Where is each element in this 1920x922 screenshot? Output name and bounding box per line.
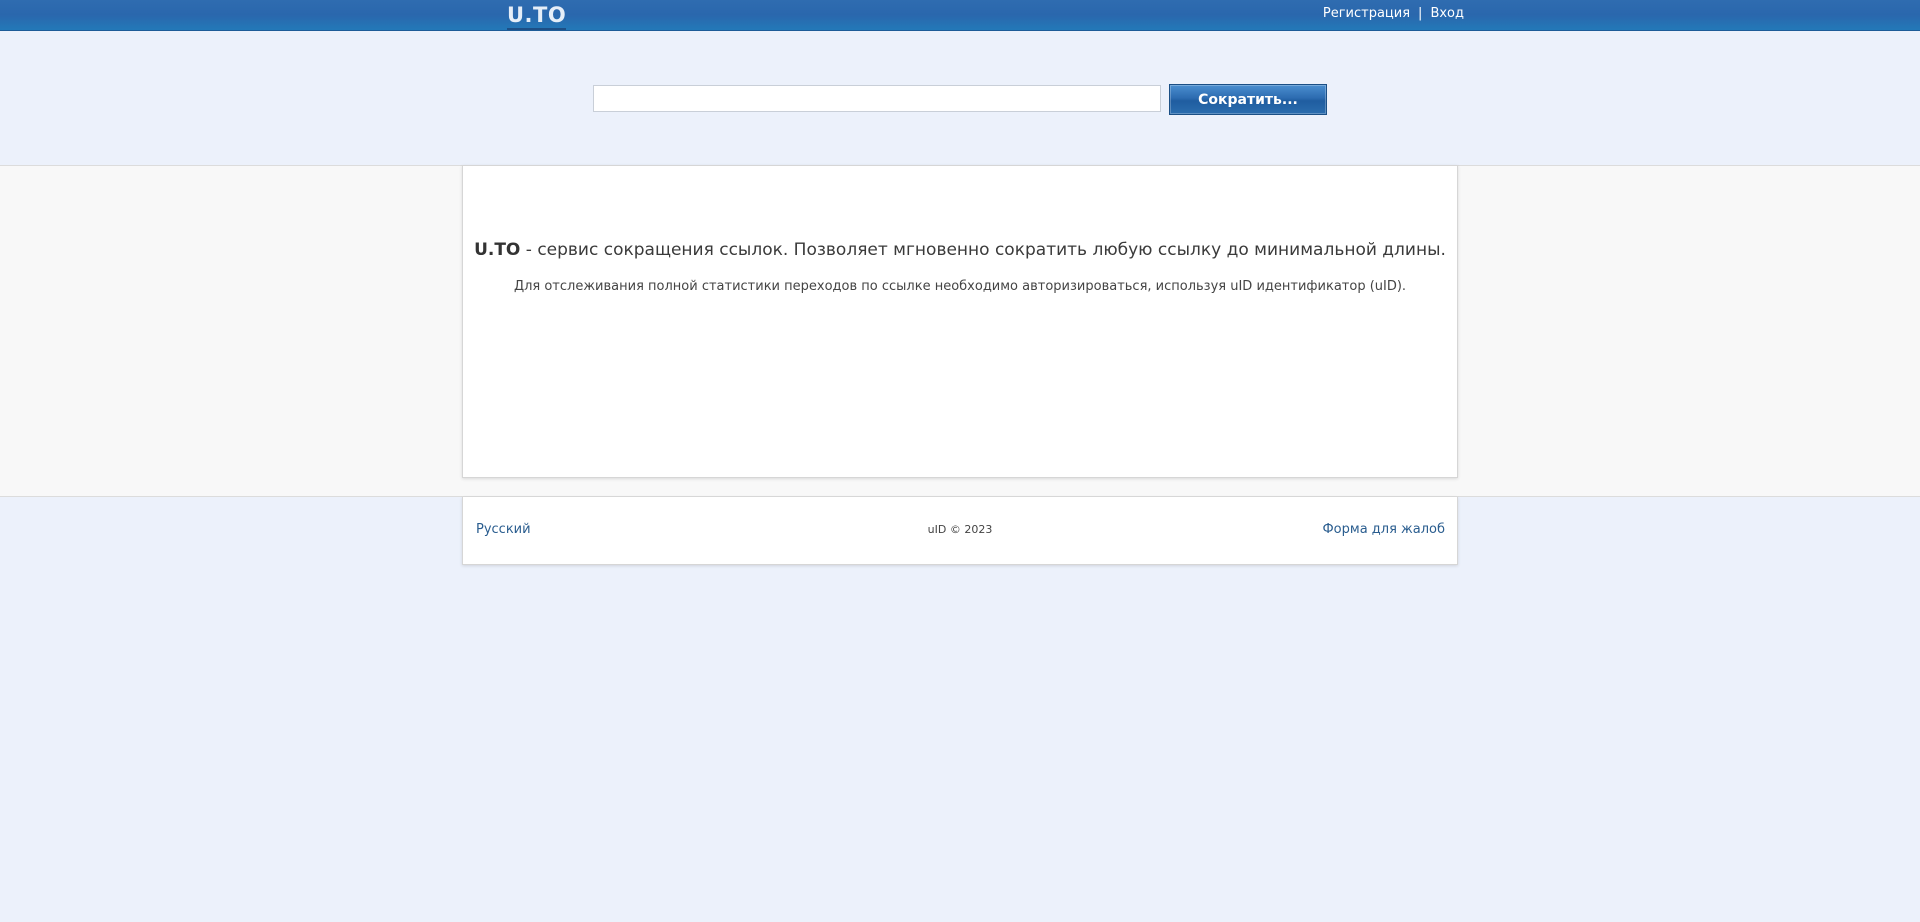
login-link[interactable]: Вход	[1430, 6, 1464, 21]
statistics-note: Для отслеживания полной статистики перех…	[513, 279, 1407, 294]
auth-links: Регистрация | Вход	[1323, 0, 1464, 30]
top-navigation-bar: U.TO Регистрация | Вход	[0, 0, 1920, 31]
register-link[interactable]: Регистрация	[1323, 6, 1410, 21]
site-logo[interactable]: U.TO	[507, 2, 567, 30]
service-description: U.TO - сервис сокращения ссылок. Позволя…	[463, 240, 1457, 260]
shorten-button[interactable]: Сократить...	[1169, 84, 1327, 115]
complaint-form-link[interactable]: Форма для жалоб	[1322, 522, 1445, 537]
main-content-panel: U.TO - сервис сокращения ссылок. Позволя…	[462, 165, 1458, 478]
service-description-text: - сервис сокращения ссылок. Позволяет мг…	[520, 240, 1446, 260]
auth-separator: |	[1418, 6, 1423, 21]
url-input[interactable]	[593, 85, 1161, 112]
footer: Русский uID © 2023 Форма для жалоб	[462, 497, 1458, 565]
copyright-text: uID © 2023	[927, 523, 993, 536]
service-brand: U.TO	[474, 240, 521, 260]
